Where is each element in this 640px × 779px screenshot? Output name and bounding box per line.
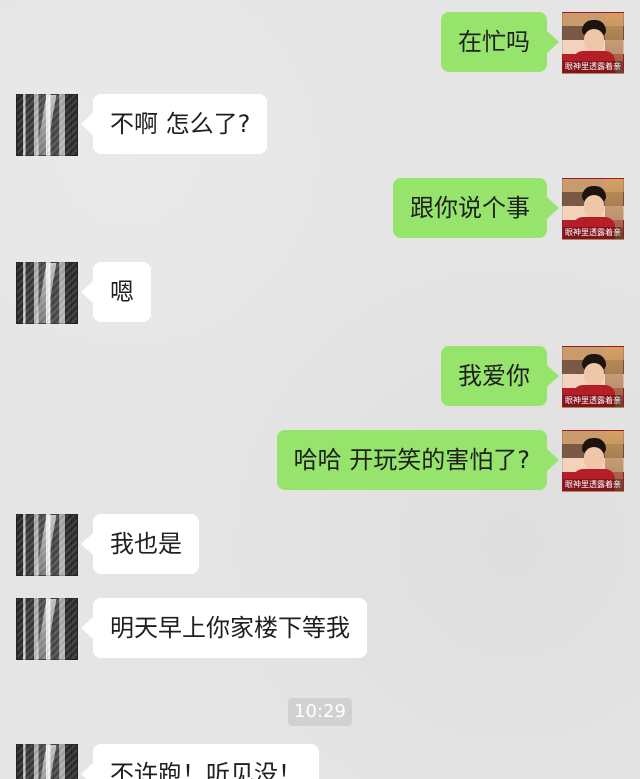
message-row: 明天早上你家楼下等我: [0, 598, 640, 666]
street-avatar-icon[interactable]: [16, 94, 78, 156]
message-row: 哈哈 开玩笑的害怕了? 眼神里透露着亲: [0, 430, 640, 498]
message-row: 我也是: [0, 514, 640, 582]
avatar-caption: 眼神里透露着亲: [563, 227, 623, 239]
chat-screen: 在忙吗 眼神里透露着亲 不啊 怎么了? 跟你说个事 眼神里透露着亲 嗯 我爱你: [0, 0, 640, 779]
incoming-message-bubble[interactable]: 嗯: [81, 262, 151, 322]
avatar-face: [584, 29, 604, 52]
avatar-face: [584, 447, 604, 470]
outgoing-message-bubble[interactable]: 哈哈 开玩笑的害怕了?: [276, 430, 560, 490]
boy-avatar-icon[interactable]: 眼神里透露着亲: [562, 346, 624, 408]
street-avatar-icon[interactable]: [16, 262, 78, 324]
avatar-face: [584, 195, 604, 218]
outgoing-message-bubble[interactable]: 跟你说个事: [393, 178, 559, 238]
message-row: 跟你说个事 眼神里透露着亲: [0, 178, 640, 246]
boy-avatar-icon[interactable]: 眼神里透露着亲: [562, 178, 624, 240]
incoming-message-bubble[interactable]: 明天早上你家楼下等我: [81, 598, 367, 658]
timestamp-badge: 10:29: [288, 698, 352, 726]
message-row: 我爱你 眼神里透露着亲: [0, 346, 640, 414]
message-row: 不啊 怎么了?: [0, 94, 640, 162]
avatar-face: [584, 363, 604, 386]
avatar-caption: 眼神里透露着亲: [563, 61, 623, 73]
avatar-caption: 眼神里透露着亲: [563, 479, 623, 491]
message-row: 在忙吗 眼神里透露着亲: [0, 12, 640, 80]
outgoing-message-bubble[interactable]: 在忙吗: [441, 12, 559, 72]
street-avatar-icon[interactable]: [16, 514, 78, 576]
message-row: 嗯: [0, 262, 640, 330]
avatar-caption: 眼神里透露着亲: [563, 395, 623, 407]
street-avatar-icon[interactable]: [16, 744, 78, 779]
street-avatar-icon[interactable]: [16, 598, 78, 660]
incoming-message-bubble[interactable]: 不啊 怎么了?: [80, 94, 268, 154]
outgoing-message-bubble[interactable]: 我爱你: [441, 346, 559, 406]
message-row: 不许跑！听见没！: [0, 744, 640, 779]
boy-avatar-icon[interactable]: 眼神里透露着亲: [562, 430, 624, 492]
incoming-message-bubble[interactable]: 不许跑！听见没！: [81, 744, 319, 779]
boy-avatar-icon[interactable]: 眼神里透露着亲: [562, 12, 624, 74]
incoming-message-bubble[interactable]: 我也是: [81, 514, 199, 574]
